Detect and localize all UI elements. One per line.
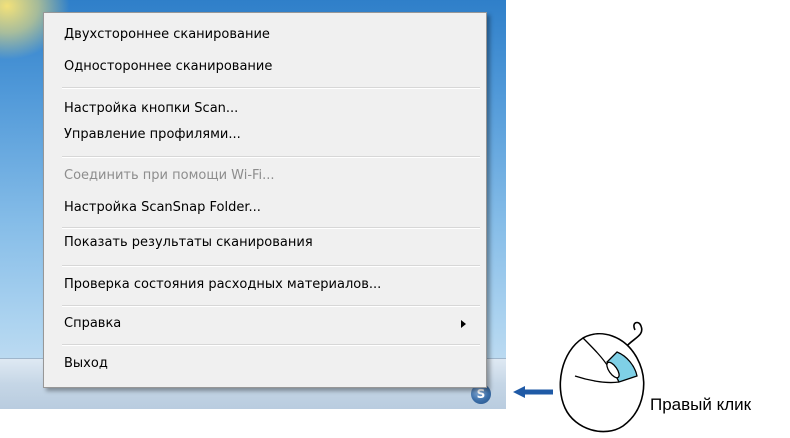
mouse-right-click-icon [559, 321, 645, 433]
menu-item-duplex-scan[interactable]: Двухстороннее сканирование [64, 24, 474, 46]
menu-item-check-consumables[interactable]: Проверка состояния расходных материалов.… [64, 274, 474, 296]
menu-separator [62, 344, 480, 346]
menu-item-scansnap-folder-settings[interactable]: Настройка ScanSnap Folder... [64, 197, 474, 219]
menu-separator [62, 265, 480, 267]
menu-item-show-scan-results[interactable]: Показать результаты сканирования [64, 232, 474, 254]
right-click-caption: Правый клик [650, 395, 752, 414]
menu-item-help[interactable]: Справка [64, 313, 474, 335]
pointer-arrow-icon [513, 386, 553, 398]
menu-separator [62, 305, 480, 307]
menu-separator [62, 156, 480, 158]
menu-item-scan-button-settings[interactable]: Настройка кнопки Scan... [64, 98, 474, 120]
menu-item-profile-management[interactable]: Управление профилями... [64, 124, 474, 146]
menu-gutter [48, 16, 59, 384]
context-menu: Двухстороннее сканирование Одностороннее… [43, 12, 487, 388]
menu-item-help-label: Справка [64, 316, 122, 331]
menu-item-exit[interactable]: Выход [64, 353, 474, 375]
menu-item-simplex-scan[interactable]: Одностороннее сканирование [64, 56, 474, 78]
menu-item-wifi-connect: Соединить при помощи Wi-Fi... [64, 168, 275, 183]
submenu-arrow-icon [461, 320, 466, 328]
menu-separator [62, 227, 480, 229]
menu-separator [62, 87, 480, 89]
